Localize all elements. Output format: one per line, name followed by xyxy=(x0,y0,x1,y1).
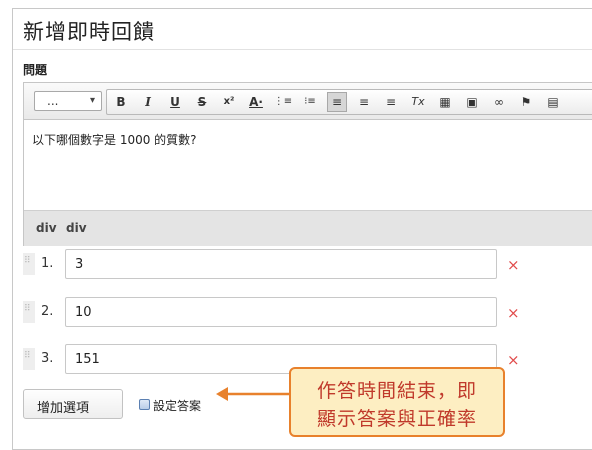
drag-handle-icon[interactable] xyxy=(23,253,35,275)
path-item[interactable]: div xyxy=(66,221,87,235)
format-select[interactable]: ... ▾ xyxy=(34,91,102,111)
dialog-title: 新增即時回饋 xyxy=(23,20,155,44)
delete-option-icon[interactable]: × xyxy=(507,256,520,274)
rich-text-editor: ... ▾ B I U Sx² A· ⋮≡ ⁝≡ ≡ ≡ ≡ Tx ▦ ▣ ∞ ⚑ ▤ 以下哪個數字是 100… xyxy=(23,82,592,246)
toolbar-button-group: B I U Sx² A· ⋮≡ ⁝≡ ≡ ≡ ≡ Tx ▦ ▣ ∞ ⚑ ▤ xyxy=(106,89,592,115)
option-number: 2. xyxy=(41,304,54,319)
option-input[interactable]: 10 xyxy=(65,297,497,327)
set-answer-label[interactable]: 設定答案 xyxy=(153,397,201,414)
numbered-list-icon[interactable]: ⋮≡ xyxy=(273,92,293,112)
add-option-button[interactable]: 增加選項 xyxy=(23,389,123,419)
link-icon[interactable]: ∞ xyxy=(489,92,509,112)
chevron-down-icon: ▾ xyxy=(89,95,95,106)
delete-option-icon[interactable]: × xyxy=(507,304,520,322)
strikethrough-icon[interactable]: S xyxy=(192,92,212,112)
option-number: 1. xyxy=(41,256,54,271)
path-item[interactable]: div xyxy=(36,221,57,235)
bold-icon[interactable]: B xyxy=(111,92,131,112)
option-value: 10 xyxy=(75,305,92,320)
flag-icon[interactable]: ⚑ xyxy=(516,92,536,112)
add-option-label: 增加選項 xyxy=(37,401,90,416)
set-answer-checkbox[interactable] xyxy=(139,399,150,410)
underline-icon[interactable]: U xyxy=(165,92,185,112)
italic-icon[interactable]: I xyxy=(138,92,158,112)
option-value: 151 xyxy=(75,352,100,367)
align-center-icon[interactable]: ≡ xyxy=(354,92,374,112)
option-number: 3. xyxy=(41,351,54,366)
delete-option-icon[interactable]: × xyxy=(507,351,520,369)
superscript-icon[interactable]: x² xyxy=(219,92,239,112)
option-row: 1. 3 × xyxy=(23,249,583,283)
clear-format-icon[interactable]: Tx xyxy=(408,92,428,112)
element-path-bar: div div xyxy=(24,210,592,246)
dialog-header: 新增即時回饋 xyxy=(13,9,592,50)
option-row: 2. 10 × xyxy=(23,297,583,331)
font-color-icon[interactable]: A· xyxy=(246,92,266,112)
question-text: 以下哪個數字是 1000 的質數? xyxy=(32,133,197,147)
format-select-value: ... xyxy=(47,94,59,108)
align-right-icon[interactable]: ≡ xyxy=(381,92,401,112)
option-value: 3 xyxy=(75,257,84,272)
align-left-icon[interactable]: ≡ xyxy=(327,92,347,112)
option-input[interactable]: 3 xyxy=(65,249,497,279)
drag-handle-icon[interactable] xyxy=(23,301,35,323)
callout-arrow-icon xyxy=(216,387,291,401)
bulleted-list-icon[interactable]: ⁝≡ xyxy=(300,92,320,112)
save-icon[interactable]: ▤ xyxy=(543,92,563,112)
image-icon[interactable]: ▣ xyxy=(462,92,482,112)
callout-line-1: 作答時間結束，即 xyxy=(316,380,477,402)
table-icon[interactable]: ▦ xyxy=(435,92,455,112)
question-label: 問題 xyxy=(23,63,48,77)
annotation-callout: 作答時間結束，即 顯示答案與正確率 xyxy=(289,367,505,437)
callout-line-2: 顯示答案與正確率 xyxy=(316,408,477,430)
editor-content[interactable]: 以下哪個數字是 1000 的質數? xyxy=(24,120,592,210)
drag-handle-icon[interactable] xyxy=(23,348,35,370)
editor-toolbar: ... ▾ B I U Sx² A· ⋮≡ ⁝≡ ≡ ≡ ≡ Tx ▦ ▣ ∞ ⚑ ▤ xyxy=(24,83,592,120)
